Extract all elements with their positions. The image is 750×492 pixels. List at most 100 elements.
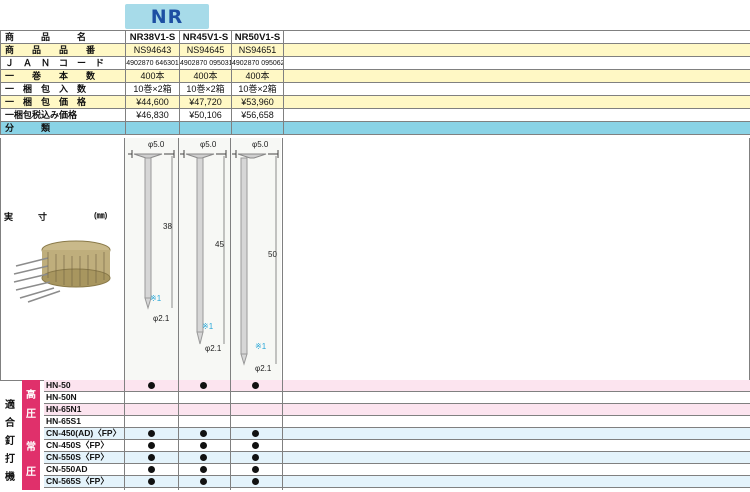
normal-char-2: 圧 bbox=[26, 467, 36, 478]
head-dia-3: φ5.0 bbox=[252, 140, 269, 149]
side-char-5: 機 bbox=[5, 472, 15, 483]
label-price-tax: 一梱包税込み価格 bbox=[0, 108, 126, 122]
high-char-2: 圧 bbox=[26, 409, 36, 420]
length-1: 38 bbox=[163, 222, 172, 231]
cell-tax-2: ¥50,106 bbox=[179, 108, 232, 122]
machine-row: HN-50N bbox=[44, 392, 750, 404]
side-char-1: 適 bbox=[5, 400, 15, 411]
row-pack: 一 梱 包 入 数 10巻×2箱 10巻×2箱 10巻×2箱 bbox=[0, 82, 750, 96]
label-per-roll: 一 巻 本 数 bbox=[0, 69, 126, 83]
row-per-roll: 一 巻 本 数 400本 400本 400本 bbox=[0, 69, 750, 83]
fit-dot bbox=[148, 454, 155, 461]
machine-row: CN-450(AD)〈FP〉 bbox=[44, 428, 750, 440]
cell-pack-2: 10巻×2箱 bbox=[179, 82, 232, 96]
row-price-tax: 一梱包税込み価格 ¥46,830 ¥50,106 ¥56,658 bbox=[0, 108, 750, 122]
side-char-2: 合 bbox=[5, 418, 15, 429]
machine-row: HN-65S1 bbox=[44, 416, 750, 428]
machine-name: CN-550AD bbox=[46, 464, 88, 474]
shank-dia-1: φ2.1 bbox=[153, 314, 170, 323]
note-3: ※1 bbox=[255, 342, 267, 351]
machine-name: HN-50 bbox=[46, 380, 71, 390]
machine-row: CN-565S〈FP〉 bbox=[44, 476, 750, 488]
cell-code-1: NS94643 bbox=[125, 43, 180, 57]
fit-dot bbox=[148, 382, 155, 389]
cell-jan-1: 4902870 646301 bbox=[125, 56, 180, 70]
label-classification: 分 類 bbox=[0, 121, 126, 135]
machine-row: CN-450S〈FP〉 bbox=[44, 440, 750, 452]
side-char-3: 釘 bbox=[5, 436, 15, 447]
fit-dot bbox=[148, 466, 155, 473]
nail-coil-image bbox=[13, 240, 111, 303]
figure-label: 実 寸 bbox=[4, 212, 56, 222]
fit-dot bbox=[200, 454, 207, 461]
machine-name: CN-450(AD)〈FP〉 bbox=[46, 428, 122, 438]
fit-dot bbox=[252, 442, 259, 449]
cell-pack-3: 10巻×2箱 bbox=[231, 82, 284, 96]
machine-name: HN-50N bbox=[46, 392, 77, 402]
machine-name: CN-450S〈FP〉 bbox=[46, 440, 109, 450]
machine-row: CN-550S〈FP〉 bbox=[44, 452, 750, 464]
row-price: 一 梱 包 価 格 ¥44,600 ¥47,720 ¥53,960 bbox=[0, 95, 750, 109]
shank-dia-2: φ2.1 bbox=[205, 344, 222, 353]
shank-dia-3: φ2.1 bbox=[255, 364, 272, 373]
cell-jan-3: 4902870 095062 bbox=[231, 56, 284, 70]
machine-row: HN-65N1 bbox=[44, 404, 750, 416]
fit-dot bbox=[200, 466, 207, 473]
fit-dot bbox=[148, 478, 155, 485]
row-product-name: 商 品 名 NR38V1-S NR45V1-S NR50V1-S bbox=[0, 30, 750, 44]
spec-table: 商 品 名 NR38V1-S NR45V1-S NR50V1-S 商 品 品 番… bbox=[0, 30, 750, 135]
cell-name-3: NR50V1-S bbox=[231, 30, 284, 44]
cell-roll-3: 400本 bbox=[231, 69, 284, 83]
machine-name: HN-65N1 bbox=[46, 404, 82, 414]
fit-dot bbox=[252, 382, 259, 389]
fit-dot bbox=[200, 478, 207, 485]
cell-roll-2: 400本 bbox=[179, 69, 232, 83]
fit-dot bbox=[200, 430, 207, 437]
cell-roll-1: 400本 bbox=[125, 69, 180, 83]
note-2: ※1 bbox=[202, 322, 214, 331]
fit-dot bbox=[148, 430, 155, 437]
label-price: 一 梱 包 価 格 bbox=[0, 95, 126, 109]
cell-price-1: ¥44,600 bbox=[125, 95, 180, 109]
side-char-4: 打 bbox=[5, 454, 15, 465]
label-product-name: 商 品 名 bbox=[0, 30, 126, 44]
normal-pressure-label: 常 圧 bbox=[22, 428, 40, 490]
length-3: 50 bbox=[268, 250, 277, 259]
label-pack: 一 梱 包 入 数 bbox=[0, 82, 126, 96]
row-product-code: 商 品 品 番 NS94643 NS94645 NS94651 bbox=[0, 43, 750, 57]
fit-dot bbox=[252, 454, 259, 461]
machine-name: CN-550S〈FP〉 bbox=[46, 452, 109, 462]
fit-dot bbox=[200, 382, 207, 389]
cell-tax-1: ¥46,830 bbox=[125, 108, 180, 122]
note-1: ※1 bbox=[150, 294, 162, 303]
head-dia-2: φ5.0 bbox=[200, 140, 217, 149]
series-tag: NR bbox=[125, 4, 209, 29]
length-2: 45 bbox=[215, 240, 224, 249]
high-char-1: 高 bbox=[26, 390, 36, 401]
fit-dot bbox=[148, 442, 155, 449]
row-jan: Ｊ Ａ Ｎ コ ー ド 4902870 646301 4902870 09503… bbox=[0, 56, 750, 70]
cell-code-3: NS94651 bbox=[231, 43, 284, 57]
cell-pack-1: 10巻×2箱 bbox=[125, 82, 180, 96]
cell-code-2: NS94645 bbox=[179, 43, 232, 57]
cell-price-3: ¥53,960 bbox=[231, 95, 284, 109]
fit-dot bbox=[252, 466, 259, 473]
label-product-code: 商 品 品 番 bbox=[0, 43, 126, 57]
machine-name: HN-65S1 bbox=[46, 416, 81, 426]
fit-dot bbox=[252, 430, 259, 437]
machine-row: CN-550AD bbox=[44, 464, 750, 476]
figure-unit: (㎜) bbox=[94, 211, 108, 220]
machine-side-label: 適 合 釘 打 機 bbox=[0, 380, 22, 490]
cell-name-2: NR45V1-S bbox=[179, 30, 232, 44]
fit-dot bbox=[200, 442, 207, 449]
cell-jan-2: 4902870 095031 bbox=[179, 56, 232, 70]
cell-tax-3: ¥56,658 bbox=[231, 108, 284, 122]
cell-name-1: NR38V1-S bbox=[125, 30, 180, 44]
row-classification: 分 類 bbox=[0, 121, 750, 135]
machine-name: CN-565S〈FP〉 bbox=[46, 476, 109, 486]
head-dia-1: φ5.0 bbox=[148, 140, 165, 149]
label-jan: Ｊ Ａ Ｎ コ ー ド bbox=[0, 56, 126, 70]
nail-drawing-1 bbox=[128, 150, 175, 310]
series-tag-text: NR bbox=[150, 6, 184, 28]
high-pressure-label: 高 圧 bbox=[22, 380, 40, 428]
